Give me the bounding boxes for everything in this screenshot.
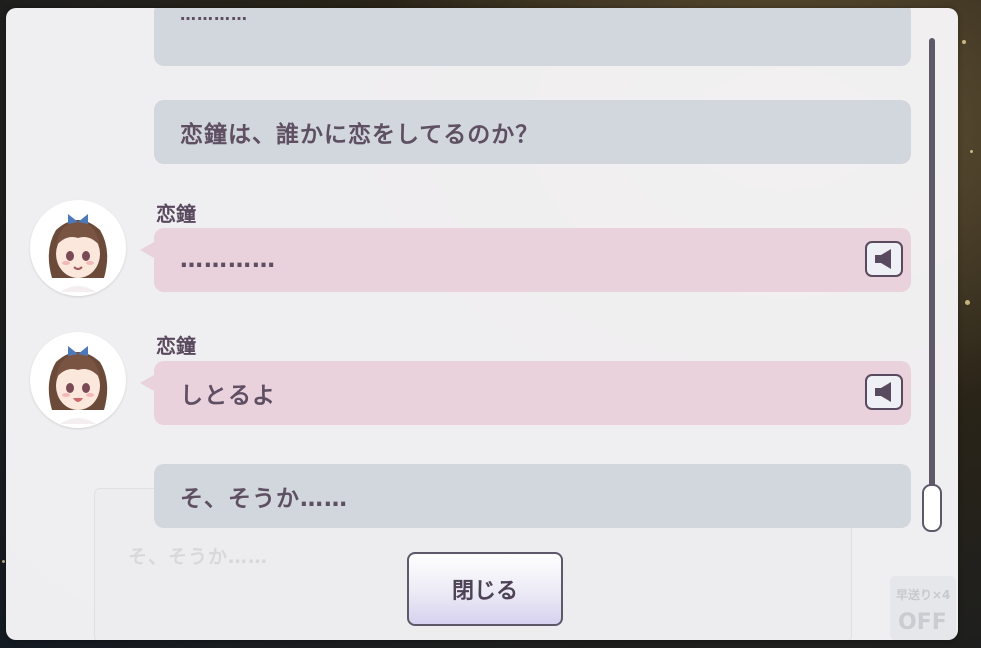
- log-bubble-self: 恋鐘は、誰かに恋をしてるのか？: [154, 100, 911, 164]
- log-bubble-character: …………: [140, 228, 911, 292]
- speaker-icon: [875, 249, 891, 269]
- bubble-text: 恋鐘は、誰かに恋をしてるのか？: [180, 122, 540, 148]
- background-message-text: そ、そうか……: [128, 546, 269, 568]
- character-portrait-icon: [48, 346, 108, 424]
- background-speed-button: 早送り×4 OFF: [890, 576, 956, 640]
- character-portrait-icon: [48, 214, 108, 292]
- log-bubble-self: …………: [154, 8, 911, 66]
- speaker-name: 恋鐘: [156, 334, 196, 358]
- bubble-text: そ、そうか……: [180, 486, 348, 512]
- auto-state: OFF: [898, 610, 947, 635]
- bubble-text: …………: [180, 8, 248, 24]
- log-scroll-area[interactable]: ………… 恋鐘は、誰かに恋をしてるのか？ 恋鐘 ………… 恋鐘 しとるよ そ、そ…: [6, 8, 926, 538]
- sparkle: [970, 150, 973, 153]
- sparkle: [962, 40, 966, 44]
- voice-replay-button[interactable]: [865, 241, 903, 277]
- scrollbar-thumb[interactable]: [922, 484, 942, 532]
- sparkle: [2, 560, 5, 563]
- character-avatar: [30, 332, 126, 428]
- log-bubble-self: そ、そうか……: [154, 464, 911, 528]
- speaker-icon: [875, 382, 891, 402]
- message-log-dialog: そ、そうか…… 早送り×4 OFF ………… 恋鐘は、誰かに恋をしてるのか？ 恋…: [6, 8, 958, 640]
- scrollbar-track[interactable]: [929, 38, 935, 528]
- speaker-name: 恋鐘: [156, 202, 196, 226]
- voice-replay-button[interactable]: [865, 374, 903, 410]
- sparkle: [965, 300, 970, 305]
- log-bubble-character: しとるよ: [140, 361, 911, 425]
- speed-label: 早送り×4: [896, 588, 951, 602]
- bubble-text: しとるよ: [180, 383, 276, 409]
- character-avatar: [30, 200, 126, 296]
- close-button[interactable]: 閉じる: [407, 552, 563, 626]
- bubble-text: …………: [180, 247, 276, 273]
